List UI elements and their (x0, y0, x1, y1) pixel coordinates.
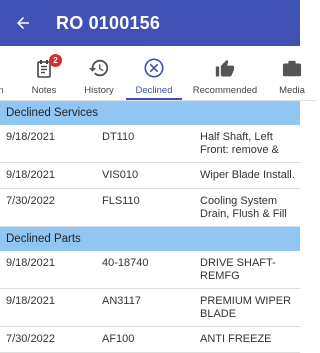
app-bar: RO 0100156 (0, 0, 300, 46)
notes-badge: 2 (49, 54, 62, 67)
tab-label: Media (279, 85, 305, 96)
row-description: Cooling System Drain, Flush & Fill (200, 195, 287, 220)
tab-label: Declined (135, 85, 173, 96)
row-date: 9/18/2021 (6, 169, 55, 181)
active-tab-indicator (126, 98, 182, 100)
declined-list: Declined Services 9/18/2021 DT110 Half S… (0, 101, 300, 353)
row-date: 9/18/2021 (6, 257, 55, 269)
row-code: DT110 (102, 131, 135, 143)
table-row[interactable]: 9/18/2021 AN3117 PREMIUM WIPER BLADE (0, 289, 300, 327)
row-description: PREMIUM WIPER BLADE (200, 295, 292, 320)
tab-recommended[interactable]: Recommended (182, 46, 268, 100)
row-code: 40-18740 (102, 257, 149, 269)
page-title: RO 0100156 (56, 12, 161, 33)
tab-label: History (84, 85, 114, 96)
tab-label: Recommended (192, 85, 258, 96)
row-description: Half Shaft, Left Front: remove & (200, 131, 279, 156)
tab-bar: n 2 Notes History Declined Recommended M… (0, 46, 316, 101)
row-description: ANTI FREEZE (200, 333, 272, 345)
back-button[interactable] (12, 12, 34, 34)
row-date: 9/18/2021 (6, 131, 55, 143)
row-date: 7/30/2022 (6, 195, 55, 207)
tab-label: n (0, 85, 4, 96)
row-code: AN3117 (102, 295, 141, 307)
declined-icon (143, 51, 165, 79)
section-header-parts: Declined Parts (0, 227, 300, 251)
tab-media[interactable]: Media (268, 46, 316, 100)
media-icon (281, 51, 303, 79)
tab-partial[interactable]: n (0, 46, 16, 100)
arrow-back-icon (17, 17, 29, 29)
tab-declined[interactable]: Declined (126, 46, 182, 100)
row-date: 9/18/2021 (6, 295, 55, 307)
thumbs-up-icon (215, 51, 235, 79)
tab-label: Notes (31, 85, 57, 96)
notes-icon: 2 (35, 51, 62, 79)
tab-notes[interactable]: 2 Notes (16, 46, 72, 100)
table-row[interactable]: 9/18/2021 40-18740 DRIVE SHAFT-REMFG (0, 251, 300, 289)
tab-history[interactable]: History (72, 46, 126, 100)
table-row[interactable]: 7/30/2022 FLS110 Cooling System Drain, F… (0, 189, 300, 227)
table-row[interactable]: 7/30/2022 AF100 ANTI FREEZE (0, 327, 300, 353)
row-code: FLS110 (102, 195, 140, 207)
table-row[interactable]: 9/18/2021 DT110 Half Shaft, Left Front: … (0, 125, 300, 163)
table-row[interactable]: 9/18/2021 VIS010 Wiper Blade Install. (0, 163, 300, 189)
row-description: Wiper Blade Install. (200, 169, 295, 181)
history-icon (88, 51, 110, 79)
section-header-services: Declined Services (0, 101, 300, 125)
row-date: 7/30/2022 (6, 333, 55, 345)
row-description: DRIVE SHAFT-REMFG (200, 257, 276, 282)
row-code: AF100 (102, 333, 135, 345)
row-code: VIS010 (102, 169, 139, 181)
